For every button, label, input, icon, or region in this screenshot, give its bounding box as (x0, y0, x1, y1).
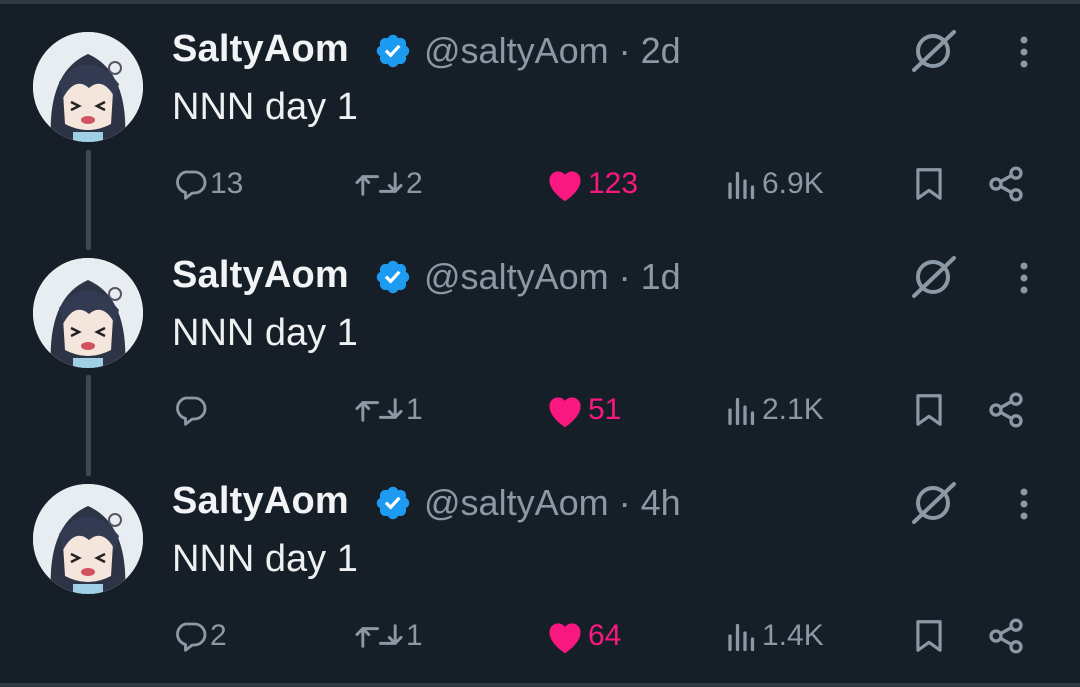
retweet-count: 1 (406, 619, 423, 652)
views-count: 1.4K (762, 619, 824, 652)
more-icon[interactable] (1008, 258, 1040, 298)
tweet[interactable]: SaltyAom @saltyAom · 4h NNN day 1 2 1 64… (0, 452, 1080, 678)
heart-icon (549, 623, 581, 654)
handle-and-time[interactable]: @saltyAom · 4h (424, 482, 681, 524)
retweet-button[interactable]: 1 (354, 386, 423, 434)
retweet-icon (355, 398, 403, 422)
verified-badge-icon (376, 486, 410, 520)
bookmark-button[interactable] (910, 160, 948, 208)
reply-count: 13 (210, 167, 244, 200)
reply-count: 2 (210, 619, 227, 652)
retweet-button[interactable]: 1 (354, 612, 423, 660)
reply-icon (176, 396, 207, 426)
display-name[interactable]: SaltyAom (172, 480, 349, 523)
retweet-count: 1 (406, 393, 423, 426)
bookmark-button[interactable] (910, 612, 948, 660)
action-bar: 13 2 123 6.9K (0, 160, 1080, 210)
share-button[interactable] (986, 160, 1026, 208)
views-icon (728, 623, 755, 652)
reply-button[interactable]: 2 (172, 612, 227, 660)
display-name[interactable]: SaltyAom (172, 28, 349, 71)
bookmark-button[interactable] (910, 386, 948, 434)
bookmark-icon (916, 168, 942, 200)
share-icon (989, 392, 1023, 428)
share-icon (989, 618, 1023, 654)
retweet-icon (355, 624, 403, 648)
retweet-icon (355, 172, 403, 196)
action-bar: 2 1 64 1.4K (0, 612, 1080, 662)
handle-and-time[interactable]: @saltyAom · 2d (424, 30, 681, 72)
tweet[interactable]: SaltyAom @saltyAom · 2d NNN day 1 13 2 1… (0, 0, 1080, 226)
retweet-button[interactable]: 2 (354, 160, 423, 208)
avatar[interactable] (33, 484, 143, 594)
verified-badge-icon (376, 260, 410, 294)
share-button[interactable] (986, 612, 1026, 660)
retweet-count: 2 (406, 167, 423, 200)
reply-button[interactable]: 13 (172, 160, 243, 208)
views-icon (728, 397, 755, 426)
grok-icon[interactable] (908, 478, 958, 528)
tweet-text: NNN day 1 (172, 312, 358, 354)
action-bar: 1 51 2.1K (0, 386, 1080, 436)
views-count: 2.1K (762, 393, 824, 426)
avatar[interactable] (33, 258, 143, 368)
grok-icon[interactable] (908, 26, 958, 76)
verified-badge-icon (376, 34, 410, 68)
views-button[interactable]: 6.9K (724, 160, 824, 208)
more-icon[interactable] (1008, 32, 1040, 72)
like-button[interactable]: 123 (544, 160, 638, 208)
handle-and-time[interactable]: @saltyAom · 1d (424, 256, 681, 298)
views-button[interactable]: 1.4K (724, 612, 824, 660)
bookmark-icon (916, 620, 942, 652)
reply-icon (176, 170, 207, 200)
views-count: 6.9K (762, 167, 824, 200)
heart-icon (549, 397, 581, 428)
like-button[interactable]: 64 (544, 612, 621, 660)
tweet[interactable]: SaltyAom @saltyAom · 1d NNN day 1 1 51 2… (0, 226, 1080, 452)
like-count: 64 (588, 619, 622, 652)
bookmark-icon (916, 394, 942, 426)
views-icon (728, 171, 755, 200)
heart-icon (549, 171, 581, 202)
reply-icon (176, 622, 207, 652)
avatar[interactable] (33, 32, 143, 142)
tweet-text: NNN day 1 (172, 538, 358, 580)
share-button[interactable] (986, 386, 1026, 434)
reply-button[interactable] (172, 386, 210, 434)
like-button[interactable]: 51 (544, 386, 621, 434)
views-button[interactable]: 2.1K (724, 386, 824, 434)
display-name[interactable]: SaltyAom (172, 254, 349, 297)
like-count: 123 (588, 167, 639, 200)
grok-icon[interactable] (908, 252, 958, 302)
bottom-divider (0, 683, 1080, 687)
share-icon (989, 166, 1023, 202)
more-icon[interactable] (1008, 484, 1040, 524)
tweet-text: NNN day 1 (172, 86, 358, 128)
like-count: 51 (588, 393, 622, 426)
